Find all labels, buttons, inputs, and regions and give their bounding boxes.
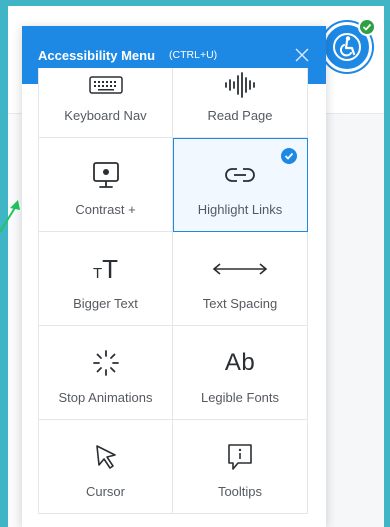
tile-label: Cursor [85,484,125,499]
tile-label: Highlight Links [197,202,283,217]
accessibility-menu-panel: Accessibility Menu (CTRL+U) Keyboard Nav… [22,26,326,527]
horizontal-arrows-icon [212,252,268,286]
tile-label: Contrast + [75,202,136,217]
arrow-pointer-icon [0,200,20,232]
tile-label: Legible Fonts [200,390,280,405]
keyboard-icon [88,74,123,96]
font-icon: Ab [224,349,256,376]
keyboard-shortcut-label: (CTRL+U) [169,49,218,61]
tooltip-icon [226,440,254,474]
tile-keyboard-nav[interactable]: Keyboard Nav [38,68,173,138]
tile-label: Text Spacing [202,296,278,311]
page-content-area [326,114,384,527]
tile-label: Bigger Text [73,296,138,311]
cursor-icon [93,440,119,474]
tile-contrast[interactable]: Contrast + [38,138,173,232]
soundwave-icon [223,72,257,98]
link-icon [223,158,257,192]
tile-label: Read Page [207,108,273,123]
tile-legible-fonts[interactable]: Ab Legible Fonts [173,326,308,420]
tile-bigger-text[interactable]: TT Bigger Text [38,232,173,326]
tile-label: Stop Animations [58,390,153,405]
tile-tooltips[interactable]: Tooltips [173,420,308,514]
loading-spinner-icon [92,346,120,380]
close-button[interactable] [292,45,312,65]
text-size-icon: TT [93,252,118,286]
active-check-icon [358,18,376,36]
text-size-glyph: TT [92,254,119,284]
tile-read-page[interactable]: Read Page [173,68,308,138]
monitor-icon [91,158,121,192]
tile-text-spacing[interactable]: Text Spacing [173,232,308,326]
tile-label: Tooltips [217,484,263,499]
checkmark-icon [281,148,297,164]
wheelchair-icon [333,33,361,61]
tile-cursor[interactable]: Cursor [38,420,173,514]
panel-title: Accessibility Menu [38,47,156,63]
close-icon [295,48,309,62]
feature-grid: Keyboard Nav Read Page Contrast + Highli… [38,68,308,514]
tile-label: Keyboard Nav [64,108,147,123]
tile-highlight-links[interactable]: Highlight Links [173,138,308,232]
tile-stop-animations[interactable]: Stop Animations [38,326,173,420]
